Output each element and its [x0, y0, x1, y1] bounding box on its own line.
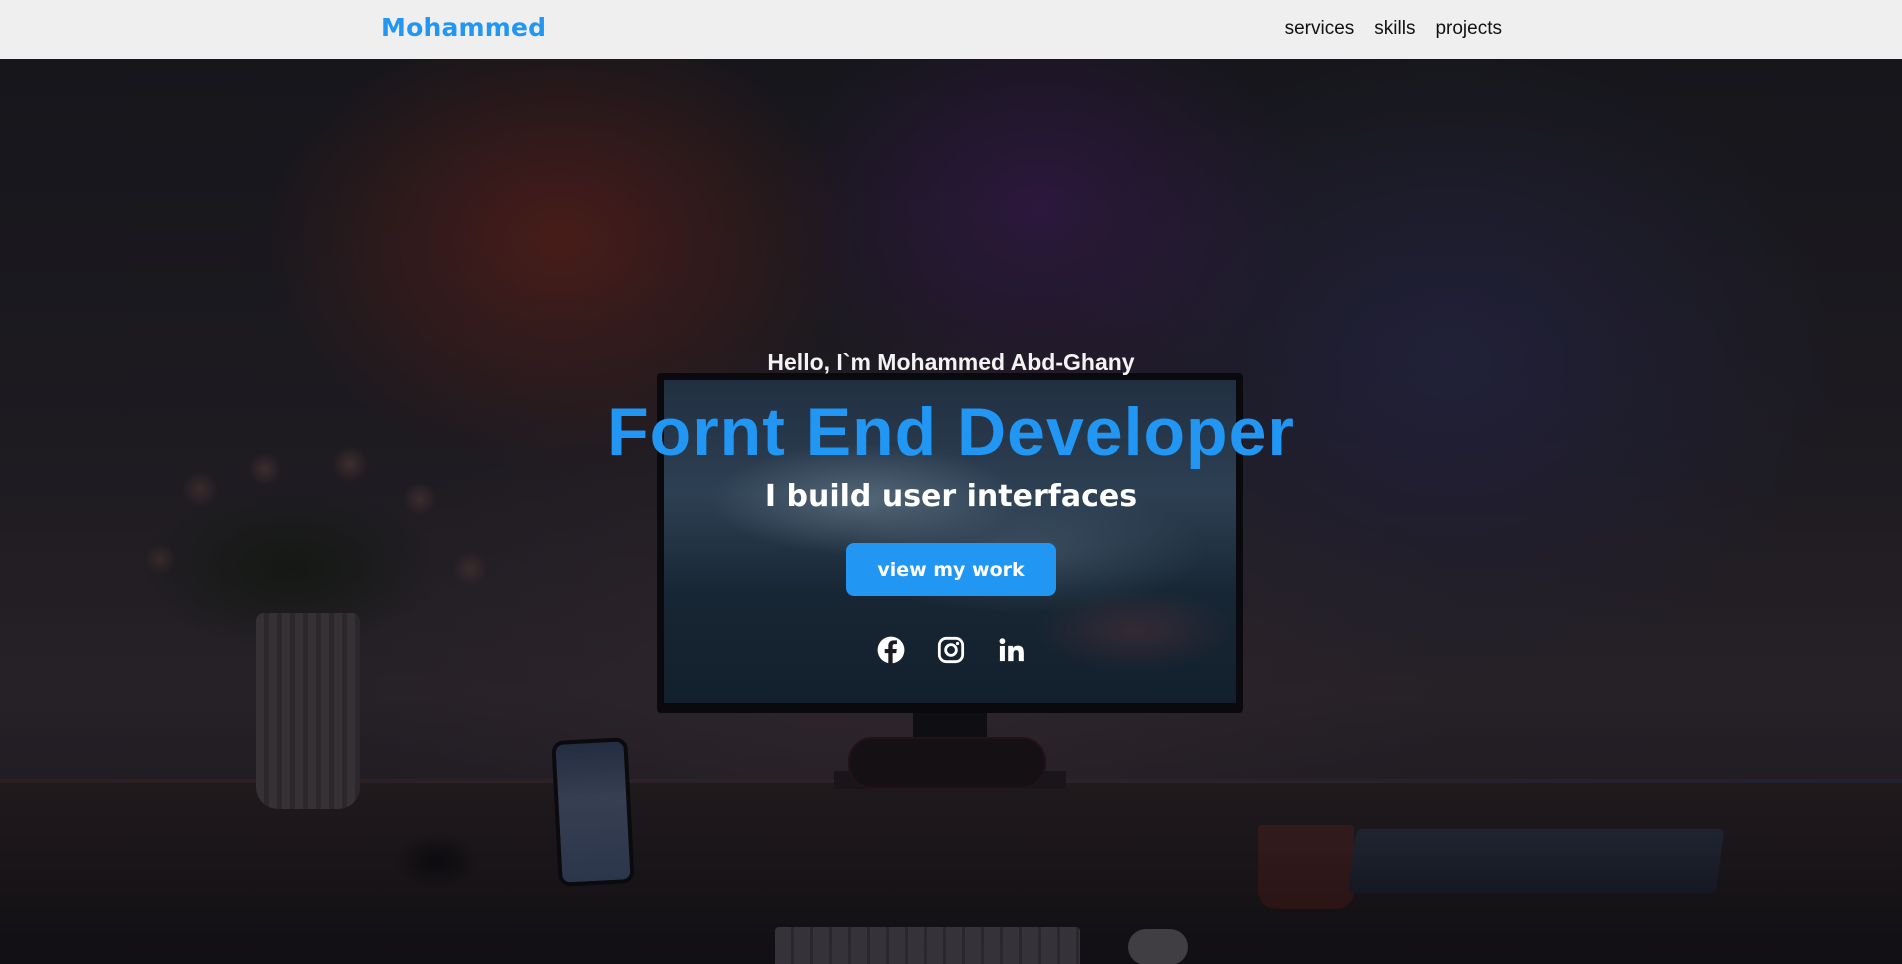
- hero-subtitle: I build user interfaces: [764, 479, 1138, 514]
- instagram-icon: [937, 636, 965, 664]
- navbar: Mohammed services skills projects: [0, 0, 1902, 59]
- hero-greeting: Hello, I`m Mohammed Abd-Ghany: [767, 349, 1135, 375]
- instagram-link[interactable]: [937, 636, 965, 664]
- linkedin-icon: [999, 638, 1024, 662]
- hero-title: Fornt End Developer: [607, 394, 1295, 470]
- nav-link-skills[interactable]: skills: [1374, 18, 1415, 40]
- nav-links: services skills projects: [1285, 18, 1502, 40]
- nav-link-services[interactable]: services: [1285, 18, 1355, 40]
- hero-content: Hello, I`m Mohammed Abd-Ghany Fornt End …: [0, 59, 1902, 964]
- linkedin-link[interactable]: [997, 636, 1025, 664]
- facebook-icon: [877, 636, 905, 664]
- brand-logo[interactable]: Mohammed: [381, 13, 546, 42]
- facebook-link[interactable]: [877, 636, 905, 664]
- nav-link-projects[interactable]: projects: [1435, 18, 1502, 40]
- social-links: [0, 636, 1902, 664]
- view-my-work-button[interactable]: view my work: [846, 543, 1056, 596]
